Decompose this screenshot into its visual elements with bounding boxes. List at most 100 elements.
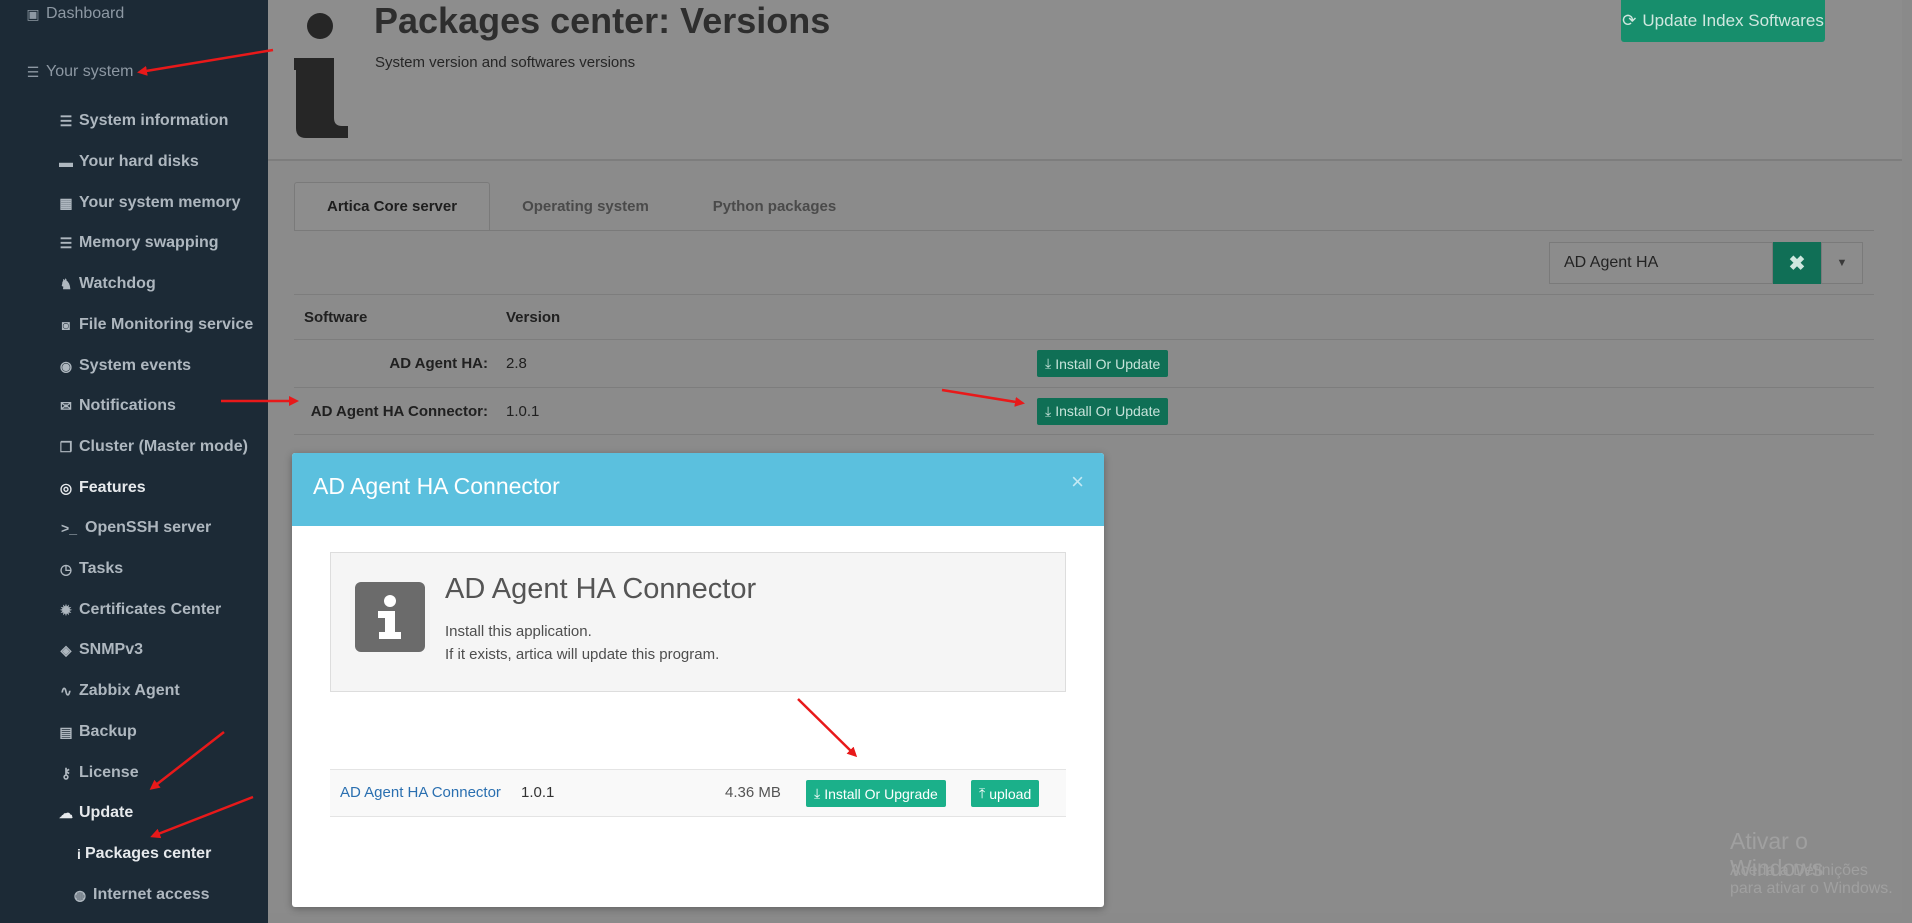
sidebar-item-system-information[interactable]: ☰ System information (57, 109, 229, 133)
software-table: Software Version AD Agent HA: 2.8 ⤓ Insta… (294, 294, 1874, 435)
sidebar-item-label: Your system (46, 63, 134, 80)
camera-icon: ◙ (61, 317, 71, 333)
tab-artica-core[interactable]: Artica Core server (294, 182, 491, 230)
close-icon: ✖ (1788, 252, 1806, 275)
sidebar-item-backup[interactable]: ▤ Backup (57, 720, 137, 744)
sidebar-item-snmpv3[interactable]: ◈ SNMPv3 (57, 638, 143, 662)
sidebar-item-system-events[interactable]: ◉ System events (57, 354, 191, 378)
sidebar-item-label: SNMPv3 (79, 641, 144, 658)
install-or-update-button[interactable]: ⤓ Install Or Update (1037, 350, 1169, 377)
sidebar-item-label: Cluster (Master mode) (79, 438, 248, 455)
upload-icon: ⤒ (979, 785, 986, 801)
sidebar-item-dashboard[interactable]: ▣ Dashboard (24, 2, 124, 26)
sidebar-item-notifications[interactable]: ✉ Notifications (57, 394, 176, 418)
sidebar-item-label: Memory swapping (79, 234, 219, 251)
server-icon: ☰ (59, 112, 73, 129)
sidebar-item-hard-disks[interactable]: ▬ Your hard disks (57, 150, 199, 174)
package-modal: AD Agent HA Connector × AD Agent HA Conn… (292, 453, 1104, 907)
sidebar-item-watchdog[interactable]: ♞ Watchdog (57, 272, 156, 296)
update-index-button[interactable]: ⟳ Update Index Softwares (1621, 0, 1825, 42)
button-label: Install Or Update (1055, 355, 1161, 372)
page-header: Packages center: Versions System version… (268, 0, 1902, 161)
tab-bar: Artica Core server Operating system Pyth… (294, 182, 868, 232)
software-name: AD Agent HA Connector: (310, 402, 488, 420)
certificate-icon: ✹ (60, 601, 72, 618)
sidebar-item-update[interactable]: ☁ Update (57, 801, 133, 825)
table-row: AD Agent HA Connector: 1.0.1 ⤓ Install Or… (294, 387, 1874, 435)
sidebar-item-tasks[interactable]: ◷ Tasks (57, 557, 123, 581)
upload-button[interactable]: ⤒ upload (971, 780, 1040, 807)
search-input[interactable]: AD Agent HA (1549, 242, 1773, 284)
download-icon: ⤓ (1045, 355, 1052, 371)
software-name: AD Agent HA: (389, 355, 488, 372)
sidebar-item-label: Your system memory (79, 194, 241, 211)
column-header-version: Version (506, 308, 561, 326)
dashboard-icon: ▣ (26, 5, 40, 22)
download-icon: ⤓ (1045, 402, 1052, 419)
package-version: 1.0.1 (521, 784, 555, 801)
sidebar-item-label: Packages center (85, 845, 212, 862)
info-icon: i (77, 846, 81, 862)
search-dropdown-button[interactable]: ▼ (1821, 242, 1863, 284)
info-icon (355, 582, 425, 652)
sidebar-item-label: System events (79, 357, 192, 374)
install-or-upgrade-button[interactable]: ⤓ Install Or Upgrade (806, 780, 946, 807)
info-description: Install this application. (445, 623, 592, 640)
memory-icon: ▦ (59, 194, 73, 211)
sidebar-item-certificates[interactable]: ✹ Certificates Center (57, 598, 221, 622)
server-icon: ☰ (59, 234, 73, 251)
sidebar-item-license[interactable]: ⚷ License (57, 761, 139, 785)
sidebar-item-label: Internet access (93, 886, 210, 903)
action-cell: ⤓ Install Or Update (1037, 340, 1169, 387)
sidebar: ▣ Dashboard ☰ Your system ☰ System informat… (0, 0, 268, 923)
refresh-icon: ⟳ (1622, 11, 1637, 30)
sidebar-item-label: Your hard disks (79, 153, 199, 170)
sidebar-item-packages-center[interactable]: i Packages center (74, 842, 211, 866)
tab-operating-system[interactable]: Operating system (490, 182, 681, 230)
button-label: Install Or Update (1055, 403, 1161, 419)
tab-python-packages[interactable]: Python packages (681, 182, 868, 230)
package-size: 4.36 MB (725, 784, 781, 801)
software-version: 1.0.1 (506, 402, 540, 420)
sidebar-item-label: OpenSSH server (85, 519, 212, 536)
package-row: AD Agent HA Connector 1.0.1 4.36 MB ⤓ Ins… (330, 769, 1066, 817)
sidebar-item-features[interactable]: ◎ Features (57, 476, 146, 500)
modal-title: AD Agent HA Connector (313, 473, 560, 499)
copy-icon: ❐ (59, 438, 73, 455)
modal-header: AD Agent HA Connector × (292, 453, 1104, 526)
sidebar-item-label: System information (79, 112, 229, 129)
page-title: Packages center: Versions (374, 0, 831, 41)
package-name-link[interactable]: AD Agent HA Connector (340, 784, 501, 801)
sidebar-item-zabbix[interactable]: ∿ Zabbix Agent (57, 679, 180, 703)
sidebar-item-label: License (79, 764, 139, 781)
button-label: Install Or Upgrade (824, 785, 938, 802)
caret-down-icon: ▼ (1836, 257, 1848, 269)
hdd-icon: ▬ (59, 154, 73, 170)
dog-icon: ♞ (59, 275, 73, 292)
server-icon: ☰ (26, 63, 40, 80)
windows-activation-subtitle: Aceda a Definições para ativar o Windows… (1730, 862, 1893, 897)
update-index-label: Update Index Softwares (1642, 11, 1824, 30)
sidebar-item-your-system[interactable]: ☰ Your system (24, 60, 134, 84)
cloud-download-icon: ☁ (59, 804, 73, 821)
sidebar-item-label: Features (79, 479, 146, 496)
info-box: AD Agent HA Connector Install this appli… (330, 552, 1066, 692)
sidebar-item-system-memory[interactable]: ▦ Your system memory (57, 191, 241, 215)
sidebar-item-openssh[interactable]: >_ OpenSSH server (57, 516, 211, 540)
sidebar-item-cluster[interactable]: ❐ Cluster (Master mode) (57, 435, 248, 459)
terminal-icon: >_ (61, 520, 77, 536)
sidebar-item-label: File Monitoring service (79, 316, 254, 333)
sidebar-item-label: Backup (79, 723, 137, 740)
sidebar-item-label: Dashboard (46, 5, 125, 22)
sidebar-item-file-monitoring[interactable]: ◙ File Monitoring service (57, 313, 254, 337)
sidebar-item-memory-swapping[interactable]: ☰ Memory swapping (57, 231, 219, 255)
install-or-update-button[interactable]: ⤓ Install Or Update (1037, 397, 1169, 425)
key-icon: ⚷ (60, 764, 72, 781)
eye-icon: ◉ (59, 357, 73, 374)
close-icon[interactable]: × (1071, 469, 1084, 495)
clear-search-button[interactable]: ✖ (1773, 242, 1821, 284)
envelope-icon: ✉ (60, 397, 72, 414)
column-header-software: Software (304, 308, 368, 326)
sidebar-item-internet-access[interactable]: ◍ Internet access (71, 883, 210, 907)
page-subtitle: System version and softwares versions (375, 54, 636, 71)
